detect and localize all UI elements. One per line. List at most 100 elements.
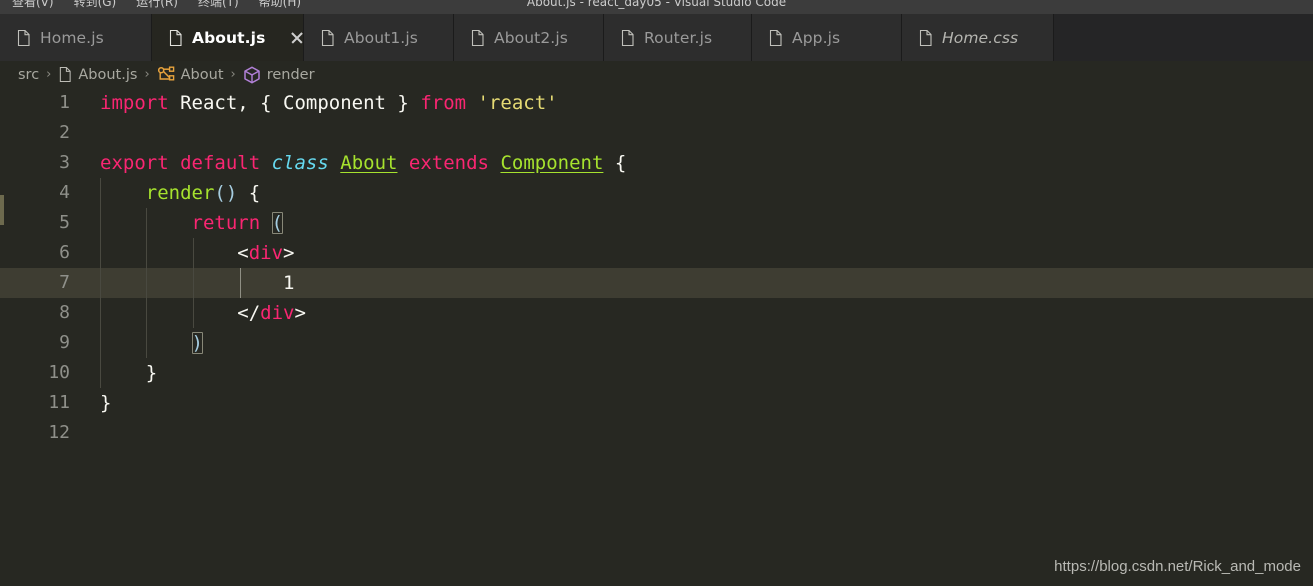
token-text: > <box>294 302 306 324</box>
line-content: } <box>100 388 111 418</box>
code-line[interactable]: 8 </div> <box>0 298 1313 328</box>
token-tag: div <box>260 302 295 324</box>
line-number: 12 <box>48 422 70 443</box>
code-line[interactable]: 12 <box>0 418 1313 448</box>
code-line[interactable]: 4 render() { <box>0 178 1313 208</box>
token-punctuation: () <box>214 182 238 204</box>
method-icon <box>243 66 261 84</box>
tab-app-js[interactable]: App.js <box>752 14 902 61</box>
code-line[interactable]: 2 <box>0 118 1313 148</box>
tab-label: Home.css <box>942 28 1019 47</box>
file-icon <box>320 29 335 47</box>
code-line[interactable]: 5 return ( <box>0 208 1313 238</box>
tab-home-js[interactable]: Home.js <box>0 14 152 61</box>
line-number: 11 <box>48 392 70 413</box>
token-bracket-match: ) <box>191 332 203 354</box>
breadcrumb-item-about-class[interactable]: About <box>157 66 224 83</box>
token-text: { <box>237 182 261 204</box>
token-text: { <box>603 152 627 174</box>
tab-label: About1.js <box>344 28 418 47</box>
line-content: import React, { Component } from 'react' <box>100 88 558 118</box>
breadcrumb-label: src <box>18 66 40 83</box>
breadcrumb: src › About.js › About › render <box>0 61 1313 88</box>
file-icon <box>16 29 31 47</box>
breadcrumb-label: About.js <box>78 66 138 83</box>
code-line[interactable]: 3 export default class About extends Com… <box>0 148 1313 178</box>
tab-label: App.js <box>792 28 841 47</box>
watermark-text: https://blog.csdn.net/Rick_and_mode <box>1054 558 1301 575</box>
token-bracket-match: ( <box>271 212 284 234</box>
token-function-name: render <box>145 182 215 204</box>
line-number: 5 <box>59 212 70 233</box>
file-icon <box>620 29 635 47</box>
file-icon <box>768 29 783 47</box>
breadcrumb-label: render <box>266 66 315 83</box>
line-number: 9 <box>59 332 70 353</box>
line-number: 1 <box>59 92 70 113</box>
code-editor[interactable]: 1 import React, { Component } from 'reac… <box>0 88 1313 586</box>
tab-about1-js[interactable]: About1.js <box>304 14 454 61</box>
token-text: < <box>100 242 249 264</box>
line-content: ) <box>100 328 203 358</box>
line-content: 1 <box>100 268 294 298</box>
token-keyword: export default <box>100 152 261 174</box>
file-icon <box>918 29 933 47</box>
file-icon <box>470 29 485 47</box>
tab-bar-empty-space <box>1054 14 1313 61</box>
line-number: 4 <box>59 182 70 203</box>
token-keyword: from <box>420 92 467 114</box>
breadcrumb-item-src[interactable]: src <box>18 67 39 83</box>
code-line[interactable]: 6 <div> <box>0 238 1313 268</box>
code-line[interactable]: 11 } <box>0 388 1313 418</box>
code-line[interactable]: 9 ) <box>0 328 1313 358</box>
token-keyword: return <box>191 212 261 234</box>
tab-label: About.js <box>192 28 266 47</box>
token-class-name: About <box>340 152 398 174</box>
line-content: </div> <box>100 298 306 328</box>
breadcrumb-label: About <box>180 66 224 83</box>
line-number: 3 <box>59 152 70 173</box>
token-text: } <box>100 392 112 414</box>
breadcrumb-item-about-js[interactable]: About.js <box>58 66 137 83</box>
token-keyword: extends <box>408 152 489 174</box>
editor-tab-bar: Home.js About.js About1.js About2.js Rou… <box>0 14 1313 61</box>
line-content: return ( <box>100 208 284 238</box>
breadcrumb-item-render-method[interactable]: render <box>243 66 315 84</box>
code-line[interactable]: 1 import React, { Component } from 'reac… <box>0 88 1313 118</box>
token-keyword: import <box>100 92 169 114</box>
line-number: 7 <box>59 272 70 293</box>
token-text: React, { Component } <box>168 92 421 114</box>
file-icon <box>168 29 183 47</box>
tab-label: Router.js <box>644 28 713 47</box>
code-line[interactable]: 10 } <box>0 358 1313 388</box>
line-number: 10 <box>48 362 70 383</box>
line-content: } <box>100 358 157 388</box>
token-storage: class <box>271 152 329 174</box>
line-number: 2 <box>59 122 70 143</box>
class-icon <box>157 66 175 83</box>
file-icon <box>58 66 72 83</box>
token-text: </ <box>100 302 261 324</box>
token-tag: div <box>248 242 284 264</box>
line-content: export default class About extends Compo… <box>100 148 626 178</box>
chevron-right-icon: › <box>46 67 52 82</box>
tab-label: About2.js <box>494 28 568 47</box>
line-number: 6 <box>59 242 70 263</box>
tab-router-js[interactable]: Router.js <box>604 14 752 61</box>
tab-about-js[interactable]: About.js <box>152 14 304 61</box>
token-string: 'react' <box>477 92 558 114</box>
tab-about2-js[interactable]: About2.js <box>454 14 604 61</box>
tab-home-css[interactable]: Home.css <box>902 14 1054 61</box>
line-content: render() { <box>100 178 260 208</box>
title-bar: 查看(V) 转到(G) 运行(R) 终端(T) 帮助(H) About.js -… <box>0 0 1313 14</box>
token-text: } <box>100 362 158 384</box>
chevron-right-icon: › <box>230 67 236 82</box>
code-line-current[interactable]: 7 1 <box>0 268 1313 298</box>
